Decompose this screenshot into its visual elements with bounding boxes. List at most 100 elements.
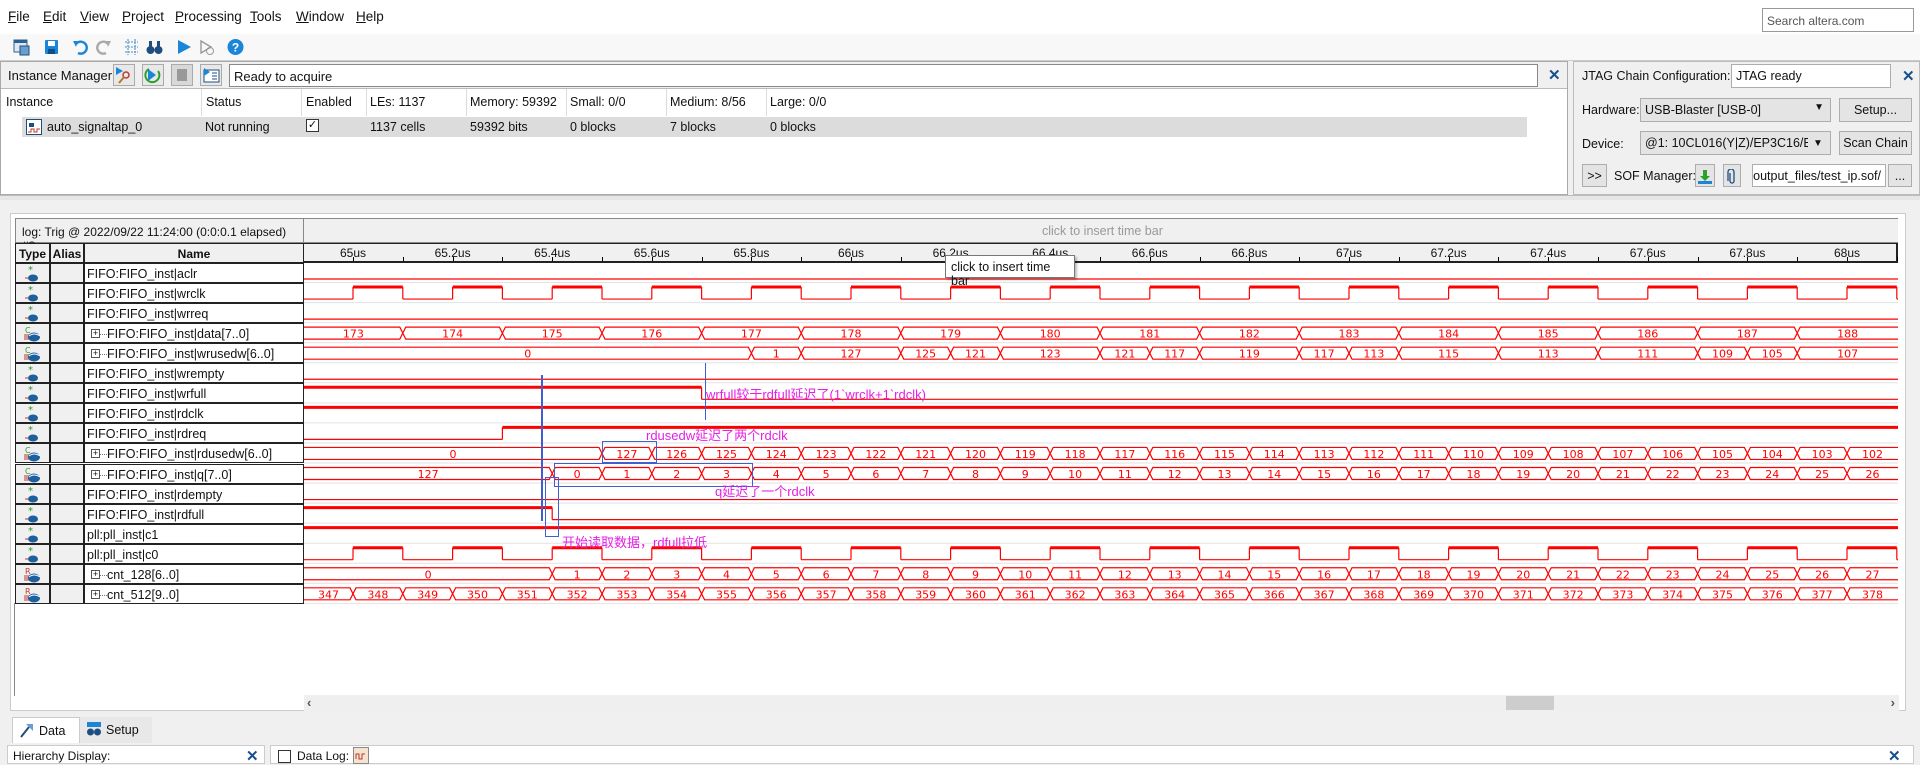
signal-name-cell[interactable]: FIFO:FIFO_inst|wrfull: [84, 383, 304, 404]
signal-tap-window-icon[interactable]: [13, 38, 30, 56]
signal-alias-cell[interactable]: [50, 403, 84, 424]
data-log-icon[interactable]: [353, 747, 369, 764]
menu-view[interactable]: View: [80, 9, 109, 24]
signal-name-cell[interactable]: FIFO:FIFO_inst|wrclk: [84, 283, 304, 304]
scan-chain-button[interactable]: Scan Chain: [1839, 131, 1912, 155]
attach-file-button[interactable]: [1723, 164, 1741, 187]
close-icon[interactable]: ✕: [1888, 747, 1901, 765]
col-medium[interactable]: Medium: 8/56: [670, 95, 746, 109]
signal-alias-cell[interactable]: [50, 383, 84, 404]
close-icon[interactable]: ✕: [246, 747, 259, 765]
device-select[interactable]: @1: 10CL016(Y|Z)/EP3C16/EP4 ▼: [1640, 131, 1831, 155]
scroll-left-icon[interactable]: ‹: [307, 695, 311, 710]
browse-button[interactable]: ...: [1888, 164, 1912, 187]
menu-project[interactable]: Project: [122, 9, 164, 24]
search-input[interactable]: Search altera.com: [1762, 8, 1914, 32]
menu-file[interactable]: File: [8, 9, 30, 24]
expand-icon[interactable]: +: [91, 349, 100, 359]
signal-alias-cell[interactable]: [50, 463, 84, 484]
signal-alias-cell[interactable]: [50, 263, 84, 283]
col-les[interactable]: LEs: 1137: [370, 95, 425, 109]
time-axis[interactable]: 65us 65.2us 65.4us 65.6us 65.8us 66us 66.2us 66…: [304, 243, 1898, 263]
col-status[interactable]: Status: [206, 95, 241, 109]
redo-icon[interactable]: [95, 38, 112, 56]
menu-window[interactable]: Window: [296, 9, 344, 24]
close-icon[interactable]: ✕: [1902, 67, 1915, 85]
signal-name-cell[interactable]: FIFO:FIFO_inst|wrempty: [84, 363, 304, 384]
signal-alias-cell[interactable]: [50, 443, 84, 464]
menu-help[interactable]: Help: [356, 9, 384, 24]
instance-row[interactable]: auto_signaltap_0 Not running ✓ 1137 cell…: [22, 117, 1527, 137]
expand-button[interactable]: >>: [1582, 164, 1607, 187]
menu-edit[interactable]: Edit: [43, 9, 66, 24]
signal-alias-cell[interactable]: [50, 543, 84, 564]
autorun-icon[interactable]: [198, 38, 215, 56]
signal-name-cell[interactable]: + FIFO:FIFO_inst|wrusedw[6..0]: [84, 343, 304, 364]
signal-alias-cell[interactable]: [50, 283, 84, 304]
close-icon[interactable]: ✕: [1548, 66, 1561, 84]
expand-icon[interactable]: +: [91, 329, 100, 339]
signal-name-cell[interactable]: + FIFO:FIFO_inst|data[7..0]: [84, 323, 304, 344]
col-enabled[interactable]: Enabled: [306, 95, 352, 109]
col-alias[interactable]: Alias: [50, 243, 84, 263]
signal-name-cell[interactable]: FIFO:FIFO_inst|rdclk: [84, 403, 304, 424]
signal-alias-cell[interactable]: [50, 563, 84, 584]
signal-alias-cell[interactable]: [50, 323, 84, 344]
col-large[interactable]: Large: 0/0: [770, 95, 826, 109]
signal-alias-cell[interactable]: [50, 423, 84, 444]
signal-alias-cell[interactable]: [50, 503, 84, 524]
signal-name-cell[interactable]: pll:pll_inst|c0: [84, 543, 304, 564]
signal-name-cell[interactable]: + cnt_128[6..0]: [84, 563, 304, 584]
col-type[interactable]: Type: [15, 243, 50, 263]
run-analysis-icon[interactable]: [176, 38, 193, 56]
help-icon[interactable]: ?: [227, 38, 244, 56]
signal-alias-cell[interactable]: [50, 483, 84, 504]
signal-name-cell[interactable]: FIFO:FIFO_inst|aclr: [84, 263, 304, 283]
tab-data[interactable]: Data: [12, 717, 80, 743]
signal-alias-cell[interactable]: [50, 343, 84, 364]
waveform-canvas[interactable]: 173 174 175 176 177 178 179 180 181 182 183 184 185 1…: [304, 263, 1898, 604]
signal-name-cell[interactable]: + FIFO:FIFO_inst|rdusedw[6..0]: [84, 443, 304, 464]
signal-name-cell[interactable]: + cnt_512[9..0]: [84, 583, 304, 604]
signal-name-cell[interactable]: FIFO:FIFO_inst|rdreq: [84, 423, 304, 444]
save-icon[interactable]: [43, 38, 60, 56]
menu-processing[interactable]: Processing: [175, 9, 242, 24]
data-log-checkbox[interactable]: [278, 750, 291, 763]
expand-icon[interactable]: +: [91, 469, 100, 479]
undo-icon[interactable]: [72, 38, 89, 56]
signal-name-cell[interactable]: FIFO:FIFO_inst|rdfull: [84, 503, 304, 524]
col-small[interactable]: Small: 0/0: [570, 95, 626, 109]
signal-name-cell[interactable]: + FIFO:FIFO_inst|q[7..0]: [84, 463, 304, 484]
signal-alias-cell[interactable]: [50, 523, 84, 544]
run-button[interactable]: [142, 64, 164, 86]
col-memory[interactable]: Memory: 59392: [470, 95, 557, 109]
expand-icon[interactable]: +: [91, 569, 100, 579]
signal-alias-cell[interactable]: [50, 583, 84, 604]
col-name[interactable]: Name: [84, 243, 304, 263]
node-finder-icon[interactable]: [123, 38, 140, 56]
expand-icon[interactable]: +: [91, 589, 100, 599]
signal-alias-cell[interactable]: [50, 303, 84, 324]
menu-tools[interactable]: Tools: [250, 9, 282, 24]
enabled-checkbox[interactable]: ✓: [306, 119, 319, 132]
expand-icon[interactable]: +: [91, 449, 100, 459]
signal-name-cell[interactable]: pll:pll_inst|c1: [84, 523, 304, 544]
read-data-button[interactable]: [200, 64, 222, 86]
stop-button[interactable]: [171, 64, 193, 86]
col-instance[interactable]: Instance: [6, 95, 53, 109]
create-instance-button[interactable]: [113, 64, 135, 86]
tab-setup[interactable]: Setup: [80, 717, 152, 743]
scroll-right-icon[interactable]: ›: [1891, 695, 1895, 710]
signal-name-cell[interactable]: FIFO:FIFO_inst|rdempty: [84, 483, 304, 504]
program-device-button[interactable]: [1695, 164, 1715, 187]
horizontal-scrollbar[interactable]: ‹ ›: [304, 695, 1899, 711]
hardware-select[interactable]: USB-Blaster [USB-0] ▼: [1640, 98, 1831, 122]
scrollbar-thumb[interactable]: [1506, 696, 1554, 710]
cursor-line[interactable]: [541, 375, 543, 521]
signal-name-cell[interactable]: FIFO:FIFO_inst|wrreq: [84, 303, 304, 324]
panel-splitter[interactable]: [0, 195, 1920, 200]
find-icon[interactable]: [146, 38, 163, 56]
setup-button[interactable]: Setup...: [1839, 98, 1912, 122]
signal-alias-cell[interactable]: [50, 363, 84, 384]
sof-file-field[interactable]: /output_files/test_ip.sof: [1752, 164, 1886, 187]
